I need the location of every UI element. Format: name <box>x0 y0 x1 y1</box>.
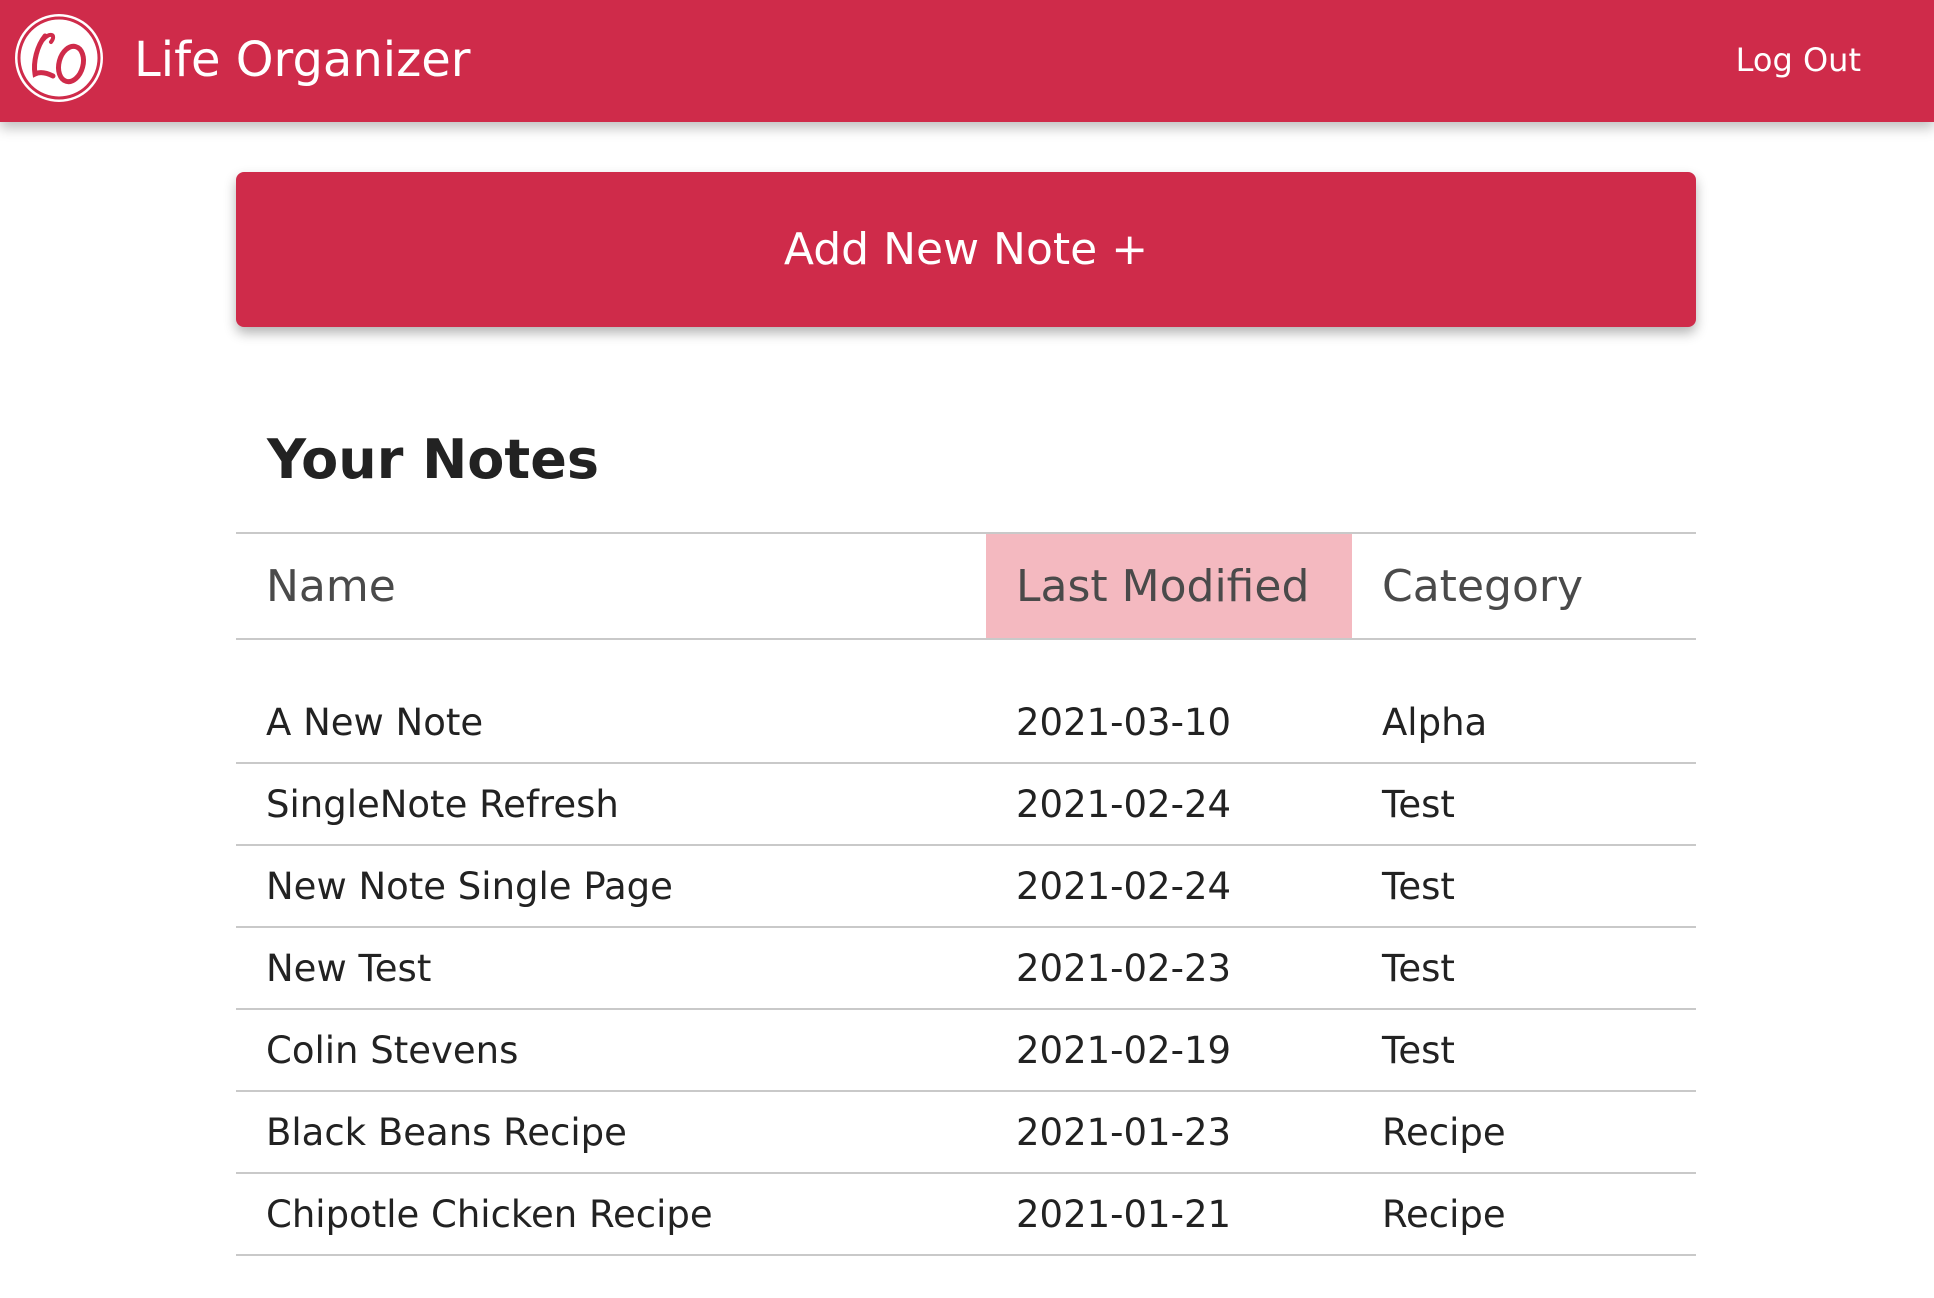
note-category-cell: Test <box>1352 927 1696 1010</box>
table-header-row: Name Last Modified Category <box>236 532 1696 640</box>
column-header-name[interactable]: Name <box>236 532 986 640</box>
column-header-category[interactable]: Category <box>1352 532 1696 640</box>
note-category-cell: Test <box>1352 845 1696 928</box>
note-date-cell: 2021-03-10 <box>986 682 1352 764</box>
note-category-cell: Recipe <box>1352 1173 1696 1256</box>
note-name-cell[interactable]: New Note Single Page <box>236 845 986 928</box>
app-title[interactable]: Life Organizer <box>134 28 471 92</box>
table-row[interactable]: Chipotle Chicken Recipe 2021-01-21 Recip… <box>236 1173 1696 1256</box>
note-category-cell: Test <box>1352 763 1696 846</box>
app-logo[interactable] <box>15 14 103 102</box>
logout-link[interactable]: Log Out <box>1736 38 1861 82</box>
note-name-cell[interactable]: Colin Stevens <box>236 1009 986 1092</box>
table-row[interactable]: Colin Stevens 2021-02-19 Test <box>236 1009 1696 1092</box>
note-name-cell[interactable]: New Test <box>236 927 986 1010</box>
note-date-cell: 2021-01-21 <box>986 1173 1352 1256</box>
notes-table: Name Last Modified Category A New Note 2… <box>236 532 1696 1256</box>
table-spacer-row <box>236 639 1696 682</box>
top-navbar: Life Organizer Log Out <box>0 0 1934 122</box>
column-header-last-modified[interactable]: Last Modified <box>986 532 1352 640</box>
add-new-note-button[interactable]: Add New Note + <box>236 172 1696 327</box>
note-category-cell: Test <box>1352 1009 1696 1092</box>
table-row[interactable]: SingleNote Refresh 2021-02-24 Test <box>236 763 1696 846</box>
note-name-cell[interactable]: SingleNote Refresh <box>236 763 986 846</box>
note-date-cell: 2021-02-19 <box>986 1009 1352 1092</box>
note-date-cell: 2021-02-23 <box>986 927 1352 1010</box>
notes-section-title: Your Notes <box>267 428 599 491</box>
note-name-cell[interactable]: A New Note <box>236 682 986 764</box>
note-category-cell: Alpha <box>1352 682 1696 764</box>
note-date-cell: 2021-01-23 <box>986 1091 1352 1174</box>
note-name-cell[interactable]: Chipotle Chicken Recipe <box>236 1173 986 1256</box>
note-date-cell: 2021-02-24 <box>986 763 1352 846</box>
table-row[interactable]: Black Beans Recipe 2021-01-23 Recipe <box>236 1091 1696 1174</box>
note-name-cell[interactable]: Black Beans Recipe <box>236 1091 986 1174</box>
table-row[interactable]: New Test 2021-02-23 Test <box>236 927 1696 1010</box>
table-row[interactable]: New Note Single Page 2021-02-24 Test <box>236 845 1696 928</box>
logo-monogram-icon <box>17 16 101 100</box>
note-date-cell: 2021-02-24 <box>986 845 1352 928</box>
note-category-cell: Recipe <box>1352 1091 1696 1174</box>
table-row[interactable]: A New Note 2021-03-10 Alpha <box>236 682 1696 764</box>
